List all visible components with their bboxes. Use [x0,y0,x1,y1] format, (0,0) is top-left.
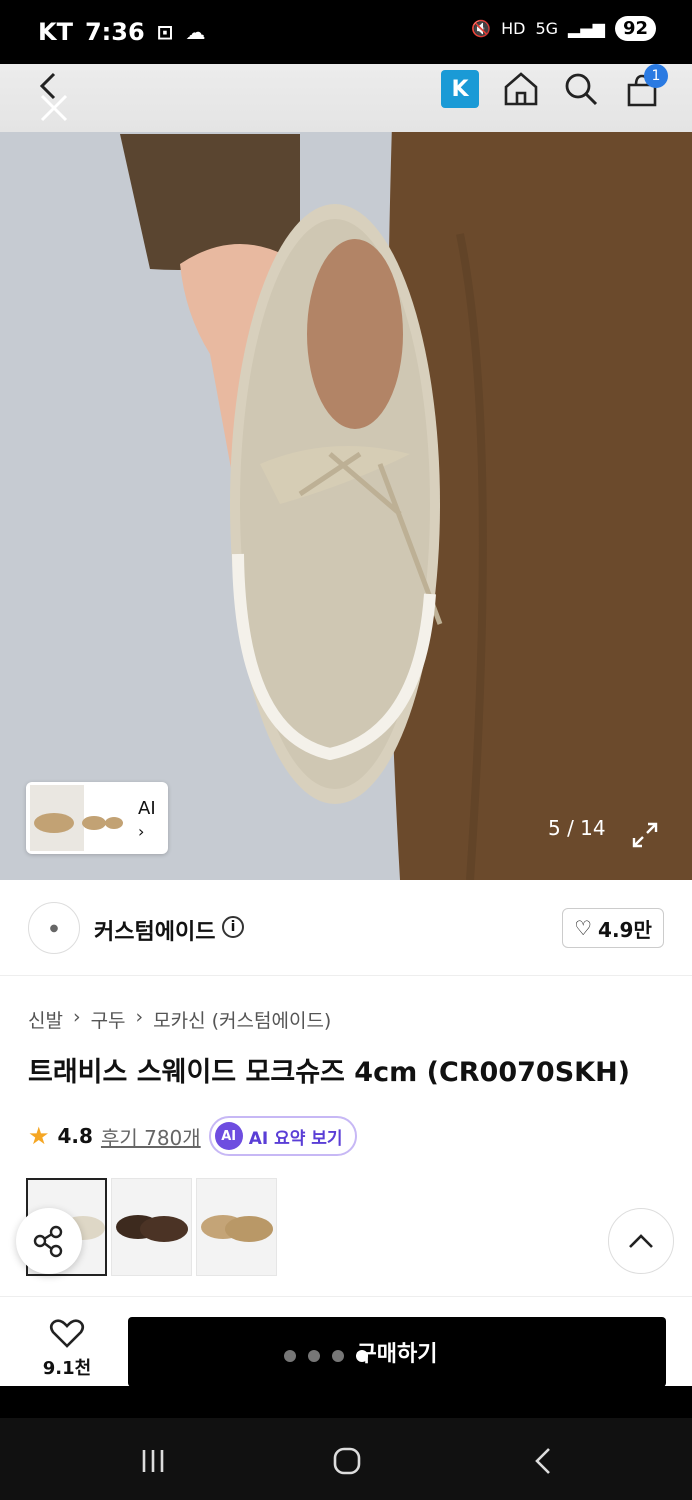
ai-summary-button[interactable]: AI AI 요약 보기 [208,1116,357,1156]
share-button[interactable] [16,1208,82,1274]
signal-icon: ▂▄▆ [568,19,605,38]
battery-badge: 92 [614,16,656,41]
status-bar: KT 7:36 ⊡ ☁ 🔇 HD 5G ▂▄▆ 92 [0,0,692,64]
carrier-label: KT [38,18,73,46]
brand-name[interactable]: 커스텀에이드 [94,914,215,946]
brand-logo[interactable]: ● [28,902,80,954]
chevron-right-icon: › [72,1006,81,1028]
mute-icon: 🔇 [471,19,492,38]
product-title: 트래비스 스웨이드 모크슈즈 4cm (CR0070SKH) [28,1057,631,1088]
product-image[interactable] [0,34,692,880]
recents-icon[interactable] [136,1444,170,1478]
info-icon[interactable]: i [222,916,244,938]
time-label: 7:36 [84,18,145,46]
brand-like-button[interactable]: ♡ 4.9만 [562,908,664,948]
back-nav-icon[interactable] [526,1444,560,1478]
bottom-action-bar: 9.1천 구매하기 [0,1296,692,1387]
screenshot-icon: ⊡ [156,20,174,44]
search-icon[interactable] [562,70,600,108]
chevron-right-icon: › [135,1006,144,1028]
carousel-dot [284,1350,296,1362]
reviews-link[interactable]: 후기 780개 [101,1122,201,1151]
breadcrumb-item[interactable]: 신발 [28,1006,63,1033]
carousel-dots [284,1350,368,1362]
home-icon[interactable] [502,70,540,108]
wishlist-button[interactable]: 9.1천 [30,1317,104,1380]
carousel-dot [332,1350,344,1362]
heart-icon [49,1319,85,1348]
ai-similar-card[interactable]: AI › [26,782,168,854]
share-icon [33,1225,63,1258]
cart-icon[interactable]: 1 [624,64,668,108]
nav-bar-top-strip [0,1386,692,1418]
heart-icon: ♡ [574,916,593,940]
weather-icon: ☁ [185,20,206,44]
ai-icon: AI [214,1122,243,1150]
swatch-tan[interactable] [196,1178,277,1276]
expand-icon[interactable] [630,820,660,850]
scroll-top-button[interactable] [608,1208,674,1274]
buy-button[interactable]: 구매하기 [128,1317,666,1387]
breadcrumb: 신발 › 구두 › 모카신 (커스텀에이드) [28,1006,331,1033]
ai-card-label: AI [138,798,156,819]
breadcrumb-item[interactable]: 구두 [91,1006,126,1033]
breadcrumb-item[interactable]: 모카신 (커스텀에이드) [153,1006,331,1033]
carousel-dot [308,1350,320,1362]
close-icon[interactable] [38,92,70,124]
brand-like-count: 4.9만 [598,917,652,942]
brand-row: ● 커스텀에이드 i ♡ 4.9만 [0,880,692,976]
home-nav-icon[interactable] [330,1444,364,1478]
5g-icon: 5G [535,19,559,38]
rating-row: ★ 4.8 후기 780개 AI AI 요약 보기 [28,1116,357,1156]
image-counter: 5 / 14 [548,816,606,840]
wishlist-count: 9.1천 [42,1358,92,1379]
star-icon: ★ [28,1122,50,1150]
chevron-right-icon: › [138,822,145,841]
swatch-brown[interactable] [111,1178,192,1276]
carousel-dot-active [356,1350,368,1362]
k-logo-icon[interactable]: K [441,70,479,108]
chevron-up-icon [629,1234,653,1248]
hd-icon: HD [501,19,526,38]
ai-summary-label: AI 요약 보기 [248,1128,343,1149]
cart-count-badge: 1 [644,64,668,88]
rating-value: 4.8 [57,1124,93,1148]
